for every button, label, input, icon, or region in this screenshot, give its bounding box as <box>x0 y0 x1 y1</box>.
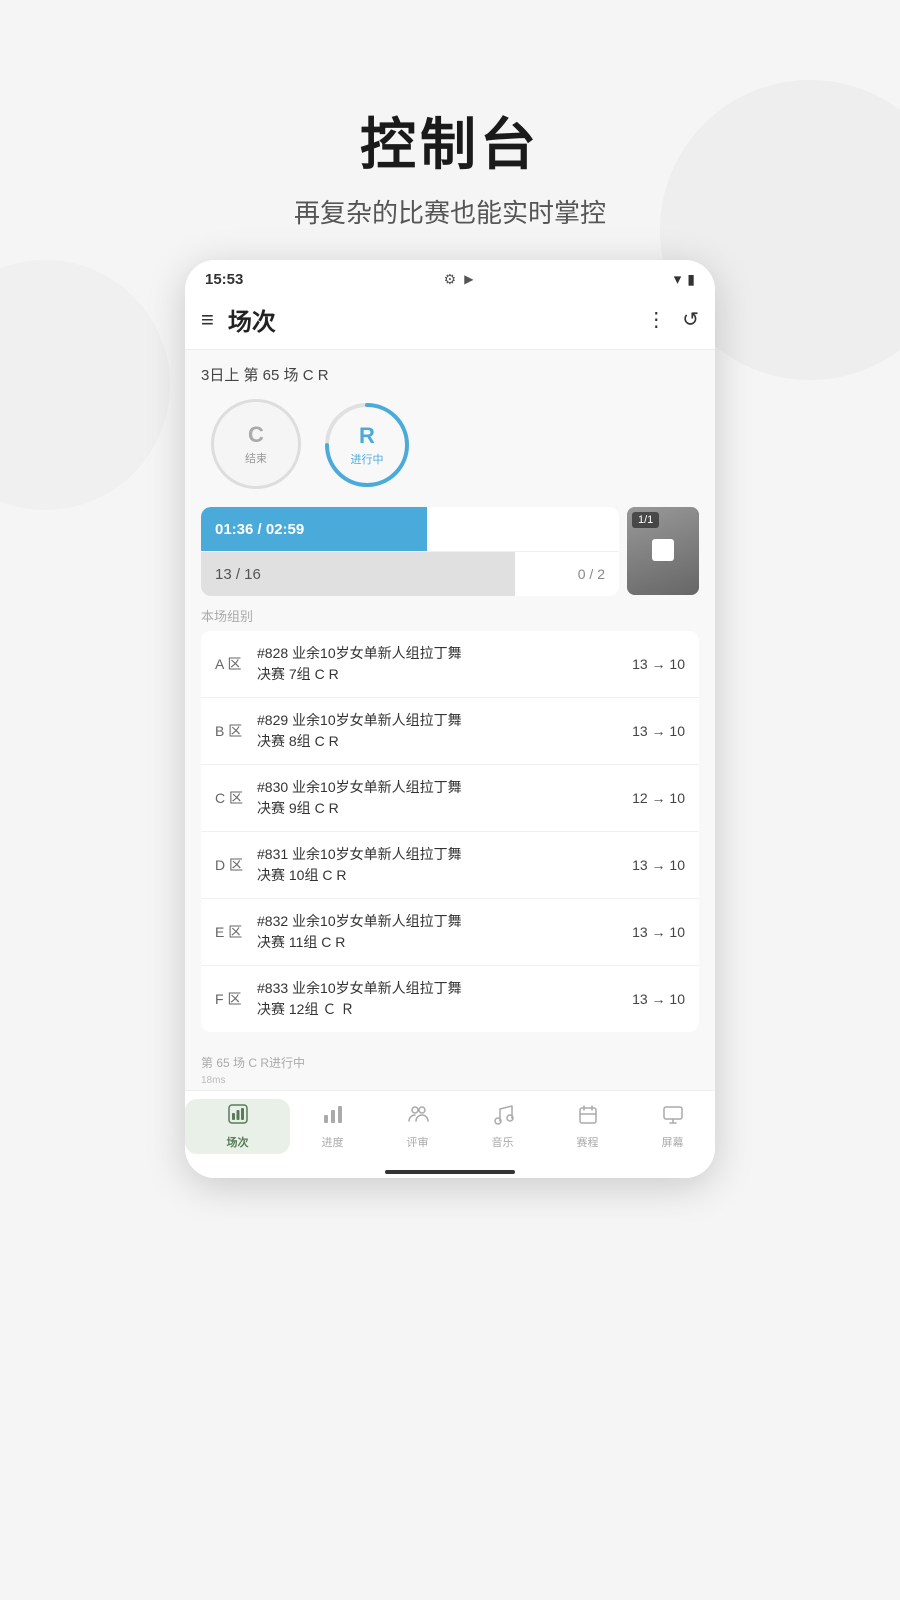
status-circles: C 结束 R 进行中 <box>201 399 699 491</box>
nav-label-进度: 进度 <box>322 1134 344 1150</box>
count-progress-text: 13 / 16 <box>201 566 578 583</box>
time-progress-text: 01:36 / 02:59 <box>201 521 619 538</box>
bottom-nav: 场次 进度 评审 音乐 赛程 屏幕 <box>185 1090 715 1164</box>
thumbnail-label: 1/1 <box>632 512 659 528</box>
nav-label-场次: 场次 <box>227 1134 249 1150</box>
status-circle-r: R 进行中 <box>321 399 413 491</box>
group-score: 13 → 10 <box>632 857 685 873</box>
count-extra-text: 0 / 2 <box>578 566 619 582</box>
thumbnail-stop-icon <box>652 539 674 561</box>
nav-item-赛程[interactable]: 赛程 <box>545 1099 630 1154</box>
group-info: #830 业余10岁女单新人组拉丁舞 决赛 9组 C R <box>257 777 622 819</box>
table-row[interactable]: A 区 #828 业余10岁女单新人组拉丁舞 决赛 7组 C R 13 → 10 <box>201 631 699 698</box>
group-info: #829 业余10岁女单新人组拉丁舞 决赛 8组 C R <box>257 710 622 752</box>
main-content: 3日上 第 65 场 C R C 结束 R 进行中 <box>185 350 715 1046</box>
nav-icon-屏幕 <box>662 1103 684 1130</box>
nav-icon-评审 <box>407 1103 429 1130</box>
nav-item-屏幕[interactable]: 屏幕 <box>630 1099 715 1154</box>
thumbnail[interactable]: 1/1 <box>627 507 699 595</box>
nav-item-场次[interactable]: 场次 <box>185 1099 290 1154</box>
table-row[interactable]: E 区 #832 业余10岁女单新人组拉丁舞 决赛 11组 C R 13 → 10 <box>201 899 699 966</box>
refresh-button[interactable]: ↺ <box>682 307 699 332</box>
more-options-button[interactable]: ⋮ <box>646 307 666 332</box>
home-indicator <box>385 1170 515 1174</box>
zone-label: B 区 <box>215 721 247 741</box>
status-center-icons: ⚙ ▶ <box>444 271 474 288</box>
app-bar: ≡ 场次 ⋮ ↺ <box>185 294 715 350</box>
count-progress-row: 13 / 16 0 / 2 <box>201 552 619 596</box>
table-row[interactable]: C 区 #830 业余10岁女单新人组拉丁舞 决赛 9组 C R 12 → 10 <box>201 765 699 832</box>
zone-label: A 区 <box>215 654 247 674</box>
zone-label: C 区 <box>215 788 247 808</box>
settings-icon: ⚙ <box>444 271 457 288</box>
nav-icon-进度 <box>322 1103 344 1130</box>
progress-bars: 01:36 / 02:59 13 / 16 0 / 2 <box>201 507 619 596</box>
status-circle-c: C 结束 <box>211 399 301 489</box>
zone-label: D 区 <box>215 855 247 875</box>
status-bar: 15:53 ⚙ ▶ ▾ ▮ <box>185 260 715 294</box>
group-info: #832 业余10岁女单新人组拉丁舞 决赛 11组 C R <box>257 911 622 953</box>
nav-item-进度[interactable]: 进度 <box>290 1099 375 1154</box>
nav-item-音乐[interactable]: 音乐 <box>460 1099 545 1154</box>
time-progress-row: 01:36 / 02:59 <box>201 507 619 551</box>
nav-icon-音乐 <box>492 1103 514 1130</box>
group-info: #828 业余10岁女单新人组拉丁舞 决赛 7组 C R <box>257 643 622 685</box>
circle-r-label: R <box>359 423 375 449</box>
nav-item-评审[interactable]: 评审 <box>375 1099 460 1154</box>
session-header: 3日上 第 65 场 C R <box>201 364 699 385</box>
ping-label: 18ms <box>185 1075 715 1090</box>
battery-icon: ▮ <box>687 271 695 288</box>
table-row[interactable]: B 区 #829 业余10岁女单新人组拉丁舞 决赛 8组 C R 13 → 10 <box>201 698 699 765</box>
group-score: 13 → 10 <box>632 924 685 940</box>
group-score: 13 → 10 <box>632 656 685 672</box>
circle-c-label: C <box>248 422 264 448</box>
app-bar-actions: ⋮ ↺ <box>646 307 699 332</box>
table-row[interactable]: F 区 #833 业余10岁女单新人组拉丁舞 决赛 12组 Ｃ Ｒ 13 → 10 <box>201 966 699 1032</box>
status-time: 15:53 <box>205 271 243 288</box>
nav-label-赛程: 赛程 <box>577 1134 599 1150</box>
nav-icon-赛程 <box>577 1103 599 1130</box>
app-bar-title: 场次 <box>228 302 646 337</box>
groups-label: 本场组别 <box>201 606 699 625</box>
group-score: 13 → 10 <box>632 991 685 1007</box>
menu-button[interactable]: ≡ <box>201 307 214 333</box>
play-icon: ▶ <box>464 272 473 286</box>
group-info: #831 业余10岁女单新人组拉丁舞 决赛 10组 C R <box>257 844 622 886</box>
nav-label-屏幕: 屏幕 <box>662 1134 684 1150</box>
group-score: 12 → 10 <box>632 790 685 806</box>
table-row[interactable]: D 区 #831 业余10岁女单新人组拉丁舞 决赛 10组 C R 13 → 10 <box>201 832 699 899</box>
group-info: #833 业余10岁女单新人组拉丁舞 决赛 12组 Ｃ Ｒ <box>257 978 622 1020</box>
zone-label: E 区 <box>215 922 247 942</box>
bottom-indicator <box>185 1164 715 1178</box>
nav-label-评审: 评审 <box>407 1134 429 1150</box>
group-score: 13 → 10 <box>632 723 685 739</box>
footer-status: 第 65 场 C R进行中 <box>185 1046 715 1075</box>
nav-icon-场次 <box>227 1103 249 1130</box>
progress-section: 01:36 / 02:59 13 / 16 0 / 2 1/1 <box>201 507 699 596</box>
phone-frame: 15:53 ⚙ ▶ ▾ ▮ ≡ 场次 ⋮ ↺ 3日上 第 65 场 C R C … <box>185 260 715 1178</box>
circle-r-sublabel: 进行中 <box>351 451 384 467</box>
zone-label: F 区 <box>215 989 247 1009</box>
status-right-icons: ▾ ▮ <box>674 270 695 288</box>
groups-table: A 区#828 业余10岁女单新人组拉丁舞 决赛 7组 C R13 → 10B … <box>201 631 699 1032</box>
wifi-icon: ▾ <box>674 270 682 288</box>
nav-label-音乐: 音乐 <box>492 1134 514 1150</box>
circle-c-sublabel: 结束 <box>245 450 267 466</box>
